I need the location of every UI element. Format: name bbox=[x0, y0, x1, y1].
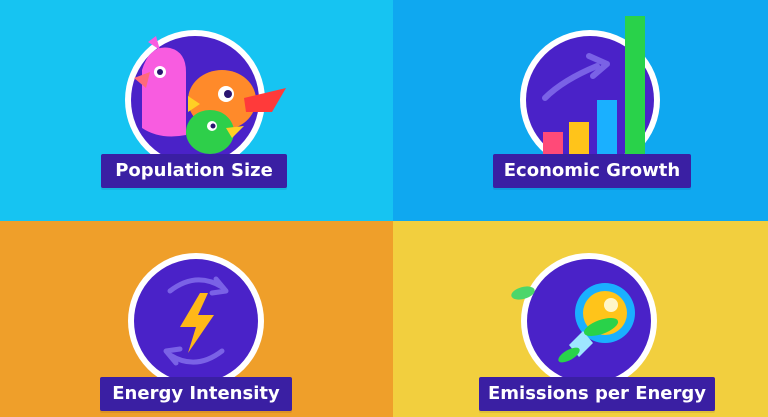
panel-economic-growth: Economic Growth bbox=[393, 0, 768, 221]
infographic-stage: Population Size Economic Growth Energy I… bbox=[0, 0, 768, 417]
economic-growth-label: Economic Growth bbox=[493, 154, 691, 188]
population-size-label: Population Size bbox=[101, 154, 287, 188]
energy-intensity-label: Energy Intensity bbox=[100, 377, 292, 411]
panel-emissions-per-energy: Emissions per Energy bbox=[393, 221, 768, 417]
panel-energy-intensity: Energy Intensity bbox=[0, 221, 393, 417]
emissions-per-energy-label: Emissions per Energy bbox=[479, 377, 715, 411]
panel-population-size: Population Size bbox=[0, 0, 393, 221]
